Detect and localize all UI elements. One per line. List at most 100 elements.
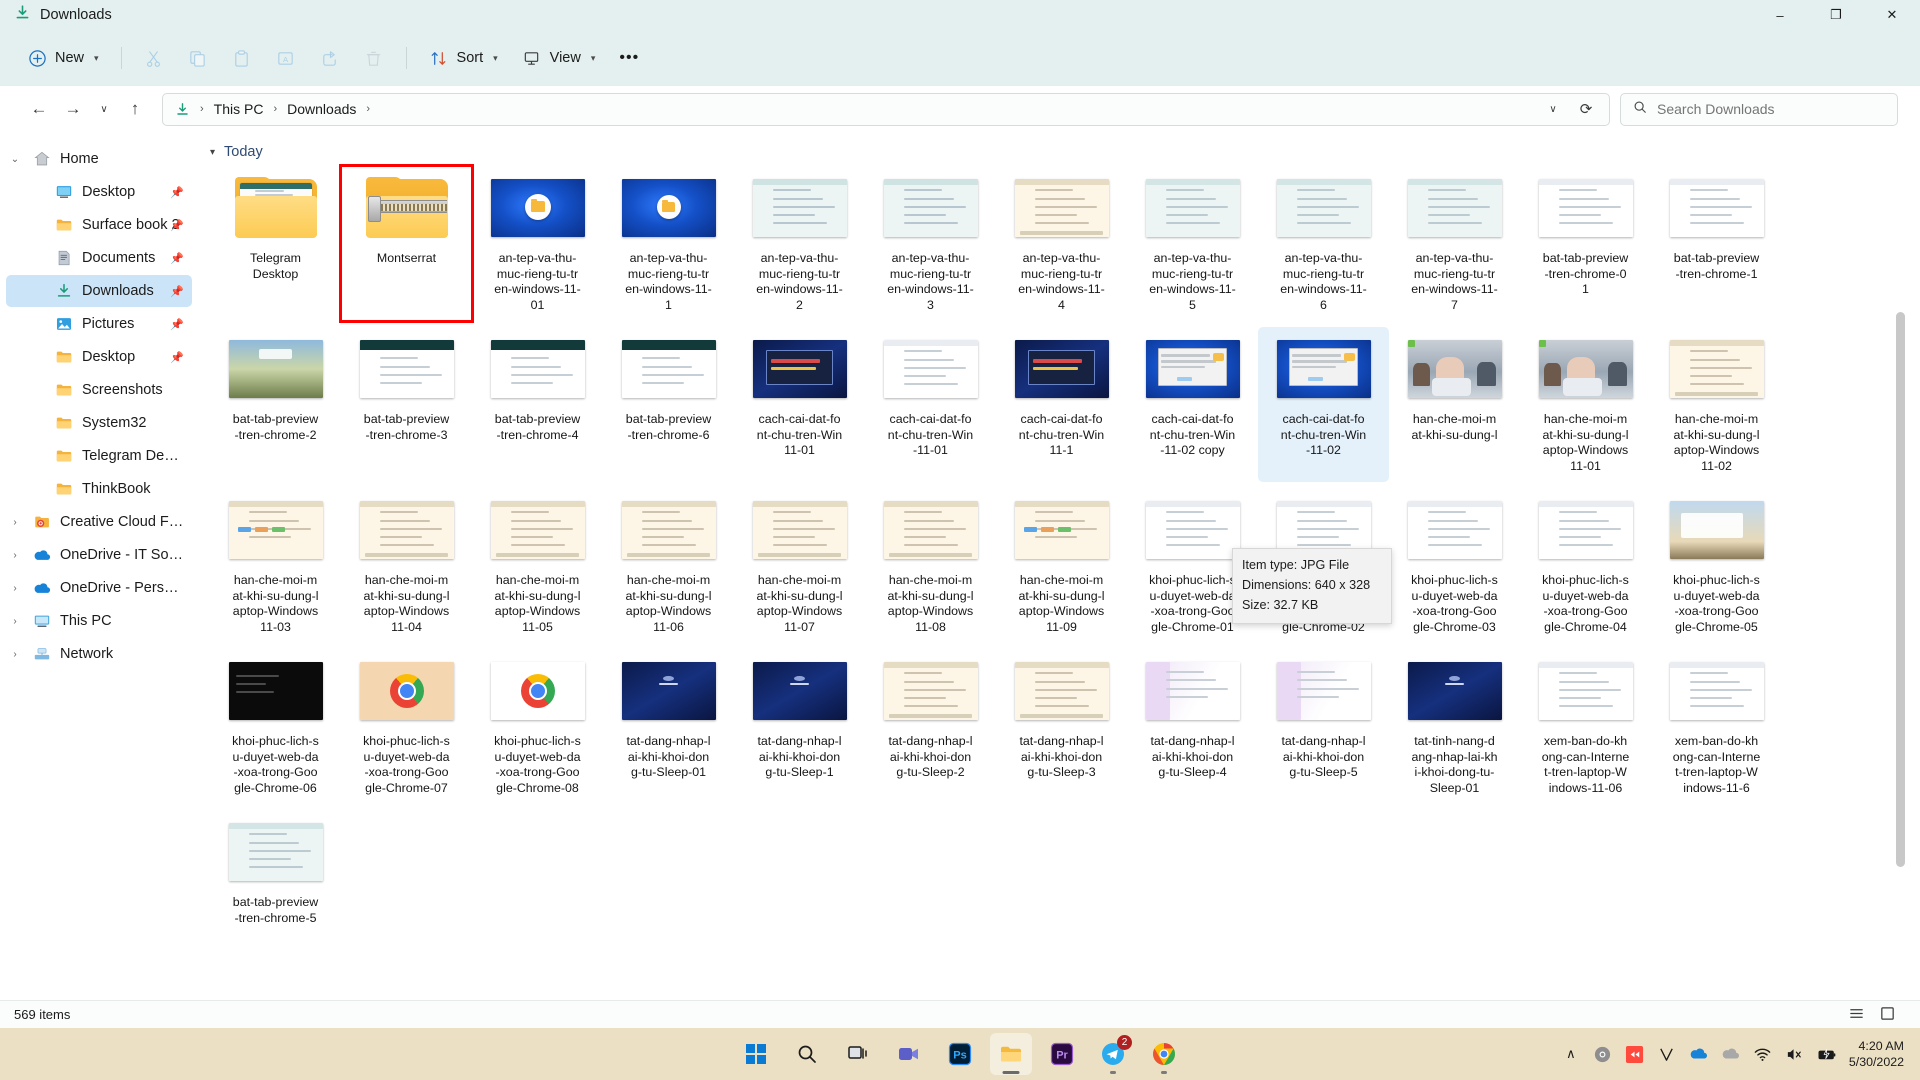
large-icons-view-icon[interactable]: [1879, 1005, 1896, 1025]
pin-icon[interactable]: 📌: [170, 318, 184, 331]
up-button[interactable]: ↑: [118, 92, 152, 126]
file-item[interactable]: khoi-phuc-lich-s u-duyet-web-da -xoa-tro…: [210, 649, 341, 804]
file-item[interactable]: tat-dang-nhap-l ai-khi-khoi-don g-tu-Sle…: [1258, 649, 1389, 804]
expander-chevron-icon[interactable]: ⌄: [6, 154, 24, 165]
expander-chevron-icon[interactable]: ›: [6, 583, 24, 594]
premiere-button[interactable]: Pr: [1041, 1033, 1083, 1075]
delete-button[interactable]: [353, 39, 395, 77]
sidebar-item-network[interactable]: › Network: [6, 638, 192, 670]
file-item[interactable]: tat-dang-nhap-l ai-khi-khoi-don g-tu-Sle…: [603, 649, 734, 804]
file-item[interactable]: cach-cai-dat-fo nt-chu-tren-Win -11-02: [1258, 327, 1389, 482]
file-item[interactable]: an-tep-va-thu- muc-rieng-tu-tr en-window…: [472, 166, 603, 321]
sort-button[interactable]: Sort ▾: [418, 39, 509, 77]
file-item[interactable]: khoi-phuc-lich-s u-duyet-web-da -xoa-tro…: [1651, 488, 1782, 643]
back-button[interactable]: ←: [22, 92, 56, 126]
view-button[interactable]: View ▾: [511, 39, 607, 77]
maximize-button[interactable]: ❐: [1808, 0, 1864, 30]
sidebar-item-desktop[interactable]: Desktop 📌: [6, 176, 192, 208]
file-item[interactable]: bat-tab-preview -tren-chrome-6: [603, 327, 734, 482]
file-item[interactable]: cach-cai-dat-fo nt-chu-tren-Win 11-01: [734, 327, 865, 482]
file-item[interactable]: khoi-phuc-lich-s u-duyet-web-da -xoa-tro…: [341, 649, 472, 804]
file-item[interactable]: bat-tab-preview -tren-chrome-4: [472, 327, 603, 482]
file-item[interactable]: Telegram Desktop: [210, 166, 341, 321]
volume-muted-icon[interactable]: [1785, 1044, 1805, 1064]
chrome-button[interactable]: [1143, 1033, 1185, 1075]
taskbar-clock[interactable]: 4:20 AM 5/30/2022: [1849, 1038, 1904, 1070]
pin-icon[interactable]: 📌: [170, 186, 184, 199]
sidebar-item-downloads[interactable]: Downloads 📌: [6, 275, 192, 307]
search-box[interactable]: [1620, 92, 1898, 126]
recent-locations-button[interactable]: ∨: [90, 92, 118, 126]
hidden-icons-chevron[interactable]: ∧: [1561, 1044, 1581, 1064]
file-list-area[interactable]: ▾ Today Telegram Desktop Montserrat an-tep…: [200, 132, 1908, 1000]
sidebar-item-pictures[interactable]: Pictures 📌: [6, 308, 192, 340]
file-item[interactable]: han-che-moi-m at-khi-su-dung-l aptop-Win…: [996, 488, 1127, 643]
teams-button[interactable]: [888, 1033, 930, 1075]
file-item[interactable]: han-che-moi-m at-khi-su-dung-l aptop-Win…: [1520, 327, 1651, 482]
sidebar-item-onedrive-personal[interactable]: › OneDrive - Personal: [6, 572, 192, 604]
file-item[interactable]: han-che-moi-m at-khi-su-dung-l aptop-Win…: [734, 488, 865, 643]
v-tray-icon[interactable]: [1657, 1044, 1677, 1064]
file-item[interactable]: cach-cai-dat-fo nt-chu-tren-Win 11-1: [996, 327, 1127, 482]
file-item[interactable]: han-che-moi-m at-khi-su-dung-l aptop-Win…: [603, 488, 734, 643]
start-button[interactable]: [735, 1033, 777, 1075]
expander-chevron-icon[interactable]: ›: [6, 649, 24, 660]
wifi-icon[interactable]: [1753, 1044, 1773, 1064]
sidebar-item-onedrive-it-softwa[interactable]: › OneDrive - IT Softwa: [6, 539, 192, 571]
file-item[interactable]: bat-tab-preview -tren-chrome-1: [1651, 166, 1782, 321]
file-item[interactable]: bat-tab-preview -tren-chrome-3: [341, 327, 472, 482]
details-view-icon[interactable]: [1848, 1005, 1865, 1025]
file-item[interactable]: bat-tab-preview -tren-chrome-2: [210, 327, 341, 482]
sidebar-item-system32[interactable]: System32: [6, 407, 192, 439]
file-item[interactable]: an-tep-va-thu- muc-rieng-tu-tr en-window…: [1258, 166, 1389, 321]
expander-chevron-icon[interactable]: ›: [6, 517, 24, 528]
battery-charging-icon[interactable]: [1817, 1044, 1837, 1064]
close-button[interactable]: ✕: [1864, 0, 1920, 30]
search-input[interactable]: [1657, 101, 1857, 117]
file-item[interactable]: han-che-moi-m at-khi-su-dung-l aptop-Win…: [865, 488, 996, 643]
file-item[interactable]: cach-cai-dat-fo nt-chu-tren-Win -11-02 c…: [1127, 327, 1258, 482]
file-item[interactable]: khoi-phuc-lich-s u-duyet-web-da -xoa-tro…: [1389, 488, 1520, 643]
paste-button[interactable]: [221, 39, 263, 77]
chevron-down-icon[interactable]: ▾: [210, 147, 215, 158]
file-item[interactable]: tat-dang-nhap-l ai-khi-khoi-don g-tu-Sle…: [996, 649, 1127, 804]
address-bar[interactable]: › This PC › Downloads › ∨ ⟳: [162, 92, 1610, 126]
minimize-button[interactable]: –: [1752, 0, 1808, 30]
file-item[interactable]: han-che-moi-m at-khi-su-dung-l aptop-Win…: [472, 488, 603, 643]
file-item[interactable]: han-che-moi-m at-khi-su-dung-l aptop-Win…: [210, 488, 341, 643]
file-item[interactable]: tat-dang-nhap-l ai-khi-khoi-don g-tu-Sle…: [865, 649, 996, 804]
vertical-scrollbar[interactable]: [1896, 272, 1905, 1000]
forward-button[interactable]: →: [56, 92, 90, 126]
file-item[interactable]: an-tep-va-thu- muc-rieng-tu-tr en-window…: [1127, 166, 1258, 321]
rename-button[interactable]: A: [265, 39, 307, 77]
sidebar-item-screenshots[interactable]: Screenshots: [6, 374, 192, 406]
file-item[interactable]: Montserrat: [339, 164, 474, 323]
expander-chevron-icon[interactable]: ›: [6, 550, 24, 561]
adobe-tray-icon[interactable]: [1625, 1044, 1645, 1064]
sidebar-item-this-pc[interactable]: › This PC: [6, 605, 192, 637]
telegram-button[interactable]: 2: [1092, 1033, 1134, 1075]
onedrive-blue-tray-icon[interactable]: [1689, 1044, 1709, 1064]
sidebar-item-desktop[interactable]: Desktop 📌: [6, 341, 192, 373]
sidebar-item-surface-book-2[interactable]: Surface book 2 📌: [6, 209, 192, 241]
pin-icon[interactable]: 📌: [170, 219, 184, 232]
file-item[interactable]: an-tep-va-thu- muc-rieng-tu-tr en-window…: [996, 166, 1127, 321]
file-item[interactable]: khoi-phuc-lich-s u-duyet-web-da -xoa-tro…: [1520, 488, 1651, 643]
file-item[interactable]: tat-dang-nhap-l ai-khi-khoi-don g-tu-Sle…: [1127, 649, 1258, 804]
file-item[interactable]: an-tep-va-thu- muc-rieng-tu-tr en-window…: [1389, 166, 1520, 321]
file-explorer-button[interactable]: [990, 1033, 1032, 1075]
file-item[interactable]: han-che-moi-m at-khi-su-dung-l aptop-Win…: [1651, 327, 1782, 482]
file-item[interactable]: tat-dang-nhap-l ai-khi-khoi-don g-tu-Sle…: [734, 649, 865, 804]
sidebar-item-thinkbook[interactable]: ThinkBook: [6, 473, 192, 505]
sidebar-item-creative-cloud-files[interactable]: › Creative Cloud Files: [6, 506, 192, 538]
file-item[interactable]: han-che-moi-m at-khi-su-dung-l aptop-Win…: [341, 488, 472, 643]
file-item[interactable]: han-che-moi-m at-khi-su-dung-l: [1389, 327, 1520, 482]
more-options-button[interactable]: •••: [608, 39, 650, 77]
sidebar-item-telegram-desktop[interactable]: Telegram Desktop: [6, 440, 192, 472]
pin-icon[interactable]: 📌: [170, 285, 184, 298]
file-item[interactable]: an-tep-va-thu- muc-rieng-tu-tr en-window…: [734, 166, 865, 321]
task-view-button[interactable]: [837, 1033, 879, 1075]
file-item[interactable]: bat-tab-preview -tren-chrome-0 1: [1520, 166, 1651, 321]
onedrive-grey-tray-icon[interactable]: [1721, 1044, 1741, 1064]
share-button[interactable]: [309, 39, 351, 77]
